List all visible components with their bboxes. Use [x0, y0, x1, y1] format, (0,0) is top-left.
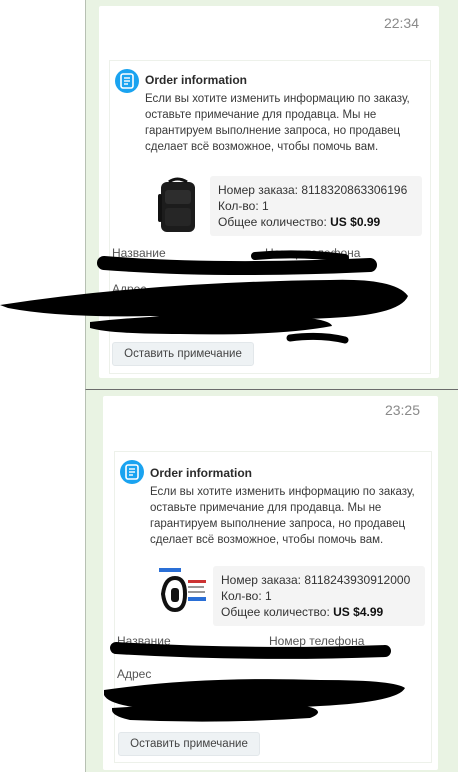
order-info-card: Order information Если вы хотите изменит…: [109, 60, 431, 374]
total-label: Общее количество:: [218, 215, 327, 229]
leave-note-button[interactable]: Оставить примечание: [118, 732, 260, 756]
card-title: Order information: [145, 73, 248, 87]
total-line: Общее количество: US $0.99: [218, 215, 380, 229]
quantity: 1: [265, 589, 272, 603]
backpack-image: [158, 177, 195, 232]
card-message: Если вы хотите изменить информацию по за…: [150, 486, 415, 546]
order-info-card: Order information Если вы хотите изменит…: [114, 451, 432, 763]
quantity-label: Кол-во:: [221, 589, 262, 603]
quantity-label: Кол-во:: [218, 199, 259, 213]
name-label: Название: [117, 634, 171, 648]
total-label: Общее количество:: [221, 605, 330, 619]
phone-label: Номер телефона: [265, 246, 361, 260]
name-label: Название: [112, 246, 166, 260]
card-message: Если вы хотите изменить информацию по за…: [145, 93, 410, 153]
phone-label: Номер телефона: [269, 634, 365, 648]
product-info: Номер заказа: 8118243930912000 Кол-во: 1…: [213, 566, 425, 626]
message-bubble: 22:34 Order information Если вы хотите и…: [99, 6, 439, 378]
chat-panel-bottom: 23:25 Order information Если вы хотите и…: [85, 390, 458, 772]
chat-panel-top: 22:34 Order information Если вы хотите и…: [85, 0, 458, 390]
order-number: 8118320863306196: [301, 183, 408, 197]
leave-note-button[interactable]: Оставить примечание: [112, 342, 254, 366]
order-number-label: Номер заказа:: [221, 573, 302, 587]
order-number-line: Номер заказа: 8118243930912000: [221, 573, 410, 587]
order-number-line: Номер заказа: 8118320863306196: [218, 183, 407, 197]
message-bubble: 23:25 Order information Если вы хотите и…: [103, 396, 438, 770]
document-icon: [115, 69, 139, 93]
message-time: 23:25: [384, 402, 420, 418]
fitness-band-image: [157, 566, 209, 622]
address-label: Адрес: [112, 282, 147, 296]
document-icon: [120, 460, 144, 484]
quantity-line: Кол-во: 1: [218, 199, 269, 213]
total-amount: US $0.99: [330, 215, 381, 229]
order-number-label: Номер заказа:: [218, 183, 299, 197]
card-title: Order information: [150, 466, 253, 480]
quantity: 1: [262, 199, 269, 213]
product-info: Номер заказа: 8118320863306196 Кол-во: 1…: [210, 176, 422, 236]
total-amount: US $4.99: [333, 605, 384, 619]
order-number: 8118243930912000: [304, 573, 411, 587]
total-line: Общее количество: US $4.99: [221, 605, 383, 619]
quantity-line: Кол-во: 1: [221, 589, 272, 603]
address-label: Адрес: [117, 667, 152, 681]
message-time: 22:34: [383, 15, 419, 31]
